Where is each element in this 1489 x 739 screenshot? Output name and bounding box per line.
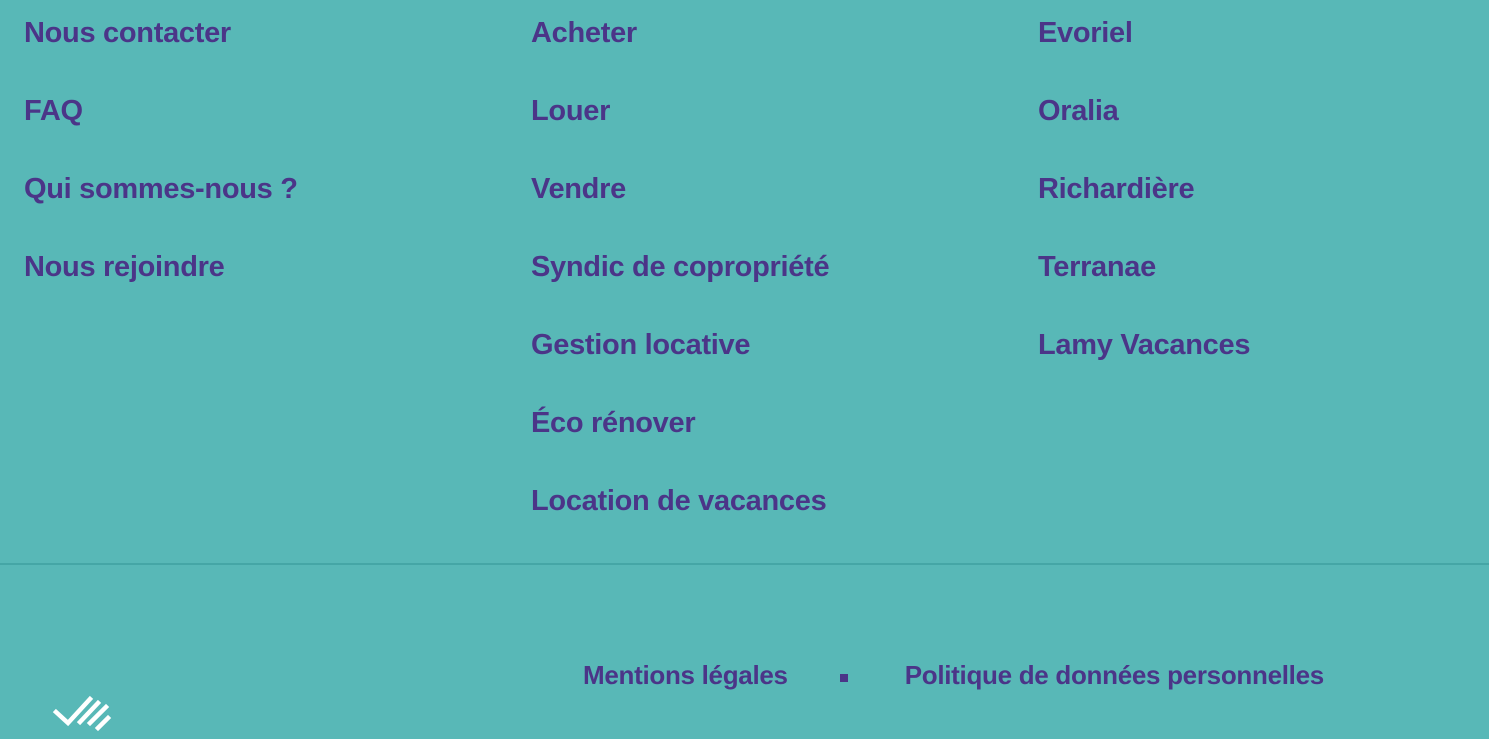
link-richardiere[interactable]: Richardière [1038,156,1250,234]
link-evoriel[interactable]: Evoriel [1038,0,1250,78]
separator-dot [839,674,848,682]
link-vendre[interactable]: Vendre [531,156,829,234]
link-qui-sommes-nous[interactable]: Qui sommes-nous ? [24,156,298,234]
link-location-de-vacances[interactable]: Location de vacances [531,468,829,546]
link-syndic-de-copropriete[interactable]: Syndic de copropriété [531,234,830,312]
link-nous-rejoindre[interactable]: Nous rejoindre [24,234,298,312]
link-louer[interactable]: Louer [531,78,829,156]
link-lamy-vacances[interactable]: Lamy Vacances [1038,312,1250,390]
link-gestion-locative[interactable]: Gestion locative [531,312,829,390]
footer-links: Nous contacter FAQ Qui sommes-nous ? Nou… [0,0,1489,564]
link-terranae[interactable]: Terranae [1038,234,1250,312]
footer-divider [0,563,1489,565]
legal-links: Mentions légales Politique de données pe… [583,652,1324,698]
link-acheter[interactable]: Acheter [531,0,829,78]
footer-column-brands: Evoriel Oralia Richardière Terranae Lamy… [1038,0,1250,390]
politique-donnees-link[interactable]: Politique de données personnelles [905,660,1325,691]
link-faq[interactable]: FAQ [24,78,298,156]
mentions-legales-link[interactable]: Mentions légales [583,660,788,691]
link-nous-contacter[interactable]: Nous contacter [24,0,298,78]
footer-column-contact: Nous contacter FAQ Qui sommes-nous ? Nou… [24,0,298,312]
check-stripes-logo-icon[interactable] [52,692,112,732]
link-oralia[interactable]: Oralia [1038,78,1250,156]
link-eco-renover[interactable]: Éco rénover [531,390,829,468]
footer-column-services: Acheter Louer Vendre Syndic de coproprié… [531,0,830,546]
